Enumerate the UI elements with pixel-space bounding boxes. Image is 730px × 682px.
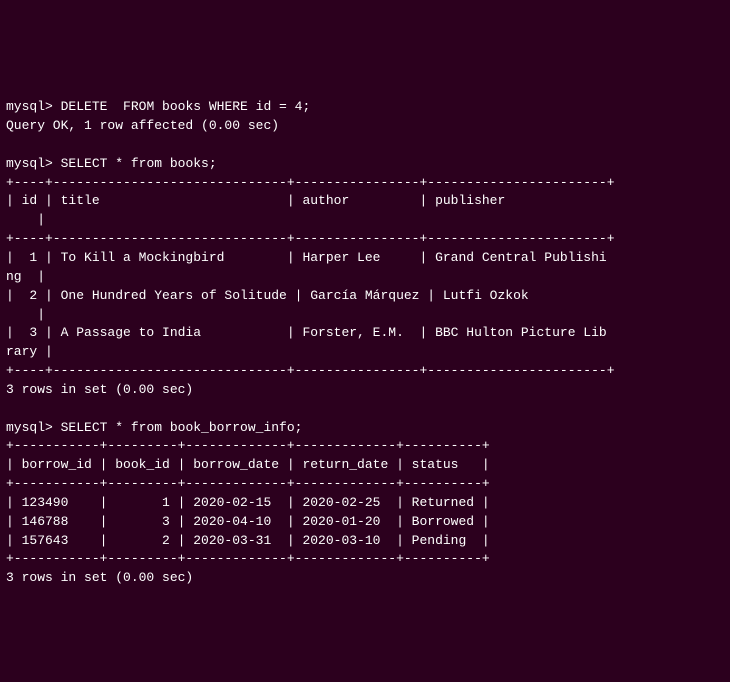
table-header: | borrow_id | book_id | borrow_date | re… (6, 457, 490, 472)
table-row-wrap: | (6, 307, 45, 322)
table-row: | 2 | One Hundred Years of Solitude | Ga… (6, 288, 607, 303)
table-row-wrap: ng | (6, 269, 45, 284)
mysql-prompt: mysql> (6, 156, 53, 171)
blank-line (6, 401, 14, 416)
mysql-prompt: mysql> (6, 420, 53, 435)
sql-command-delete: DELETE FROM books WHERE id = 4; (61, 99, 311, 114)
table-header: | id | title | author | publisher (6, 193, 607, 208)
table-row: | 146788 | 3 | 2020-04-10 | 2020-01-20 |… (6, 514, 490, 529)
mysql-prompt-line[interactable]: mysql> SELECT * from book_borrow_info; (6, 420, 302, 435)
table-border: +-----------+---------+-------------+---… (6, 551, 490, 566)
sql-command-select-books: SELECT * from books; (61, 156, 217, 171)
table-row-wrap: rary | (6, 344, 53, 359)
table-border: +-----------+---------+-------------+---… (6, 476, 490, 491)
rows-footer: 3 rows in set (0.00 sec) (6, 570, 193, 585)
table-border: +----+------------------------------+---… (6, 363, 615, 378)
mysql-prompt: mysql> (6, 99, 53, 114)
blank-line (6, 137, 14, 152)
table-row: | 1 | To Kill a Mockingbird | Harper Lee… (6, 250, 607, 265)
table-header-wrap: | (6, 212, 45, 227)
table-border: +----+------------------------------+---… (6, 175, 615, 190)
table-row: | 3 | A Passage to India | Forster, E.M.… (6, 325, 607, 340)
rows-footer: 3 rows in set (0.00 sec) (6, 382, 193, 397)
mysql-prompt-line[interactable]: mysql> DELETE FROM books WHERE id = 4; (6, 99, 310, 114)
sql-command-select-borrow: SELECT * from book_borrow_info; (61, 420, 303, 435)
terminal-output: mysql> DELETE FROM books WHERE id = 4; Q… (6, 79, 724, 588)
table-border: +----+------------------------------+---… (6, 231, 615, 246)
mysql-prompt-line[interactable]: mysql> SELECT * from books; (6, 156, 217, 171)
table-row: | 157643 | 2 | 2020-03-31 | 2020-03-10 |… (6, 533, 490, 548)
table-border: +-----------+---------+-------------+---… (6, 438, 490, 453)
table-row: | 123490 | 1 | 2020-02-15 | 2020-02-25 |… (6, 495, 490, 510)
query-result: Query OK, 1 row affected (0.00 sec) (6, 118, 279, 133)
